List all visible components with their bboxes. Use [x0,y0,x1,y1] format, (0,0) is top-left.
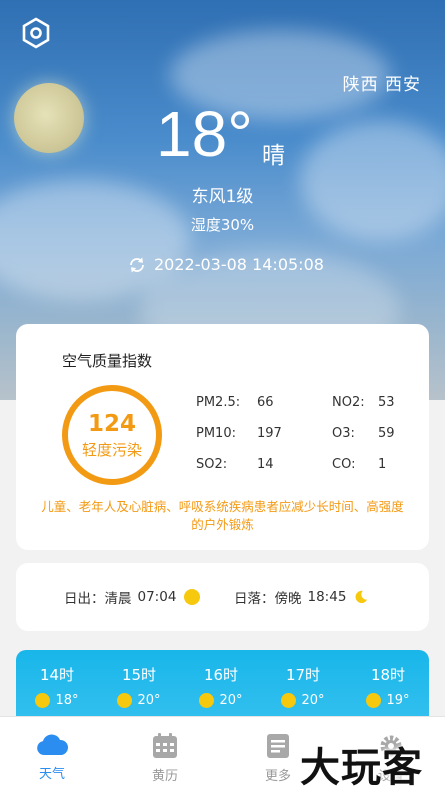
cloud-icon [37,734,68,755]
tab-label: 黄历 [151,769,178,784]
aqi-card: 空气质量指数 124 轻度污染 PM2.5: 66 NO2: 53 PM10: … [16,324,429,550]
watermark-logo: 大玩客 [300,735,423,793]
o3-value: 59 [378,426,395,441]
sun-graphic [14,83,84,153]
hourly-temp: 19° [386,693,410,708]
tab-label: 更多 [264,769,291,784]
hourly-temp: 20° [137,693,161,708]
pm10-label: PM10: [196,426,236,441]
update-time-row: 2022-03-08 14:05:08 [128,255,324,274]
co-label: CO: [332,457,356,472]
pm25-label: PM2.5: [196,395,241,410]
update-time: 2022-03-08 14:05:08 [154,255,324,274]
no2-value: 53 [378,395,395,410]
aqi-value: 124 [87,410,136,437]
sunset-row: 日落：傍晚 18:45 [234,563,368,631]
sun-icon [366,693,382,708]
sunrise-time: 07:04 [137,589,177,605]
hourly-time: 18时 [370,666,406,684]
so2-label: SO2: [196,457,228,472]
aqi-title: 空气质量指数 [62,352,153,370]
hourly-item: 18时 19° [358,664,418,708]
hourly-time: 16时 [203,666,239,684]
sunset-time: 18:45 [307,589,347,605]
hourly-temp: 20° [301,693,325,708]
sun-icon [199,693,215,708]
tab-almanac[interactable]: 黄历 [125,717,205,795]
hourly-time: 17时 [285,666,321,684]
current-temperature: 18° [156,98,253,170]
hourly-item: 14时 18° [27,664,87,708]
sun-icon [184,589,201,605]
hourly-temp: 18° [55,693,79,708]
aqi-level: 轻度污染 [81,440,142,459]
moon-icon [355,590,368,604]
weather-condition: 晴 [262,143,285,169]
so2-value: 14 [257,457,274,472]
sunrise-label: 日出：清晨 [64,591,132,607]
sunrise-row: 日出：清晨 07:04 [64,563,201,631]
tab-label: 天气 [38,767,65,782]
hourly-time: 15时 [121,666,157,684]
sun-icon [281,693,297,708]
sunset-label: 日落：傍晚 [234,591,302,607]
watermark-text: 大玩客 [300,745,423,791]
hourly-time: 14时 [39,666,75,684]
document-icon [267,734,289,758]
hourly-temp: 20° [219,693,243,708]
hourly-item: 16时 20° [191,664,251,708]
sun-icon [117,693,133,708]
co-value: 1 [378,457,387,472]
o3-label: O3: [332,426,355,441]
pm10-value: 197 [257,426,282,441]
calendar-icon [153,733,177,758]
aqi-gauge: 124 轻度污染 [62,385,162,485]
sun-times-card: 日出：清晨 07:04 日落：傍晚 18:45 [16,563,429,631]
humidity-info: 湿度30% [190,216,255,234]
hourly-item: 17时 20° [273,664,333,708]
refresh-icon[interactable] [128,256,146,274]
settings-hexagon-icon[interactable] [20,17,52,49]
pm25-value: 66 [257,395,274,410]
sun-icon [35,693,51,708]
location-label[interactable]: 陕西 西安 [343,70,421,95]
wind-info: 东风1级 [191,187,254,207]
no2-label: NO2: [332,395,365,410]
tab-weather[interactable]: 天气 [12,717,92,795]
aqi-advice: 儿童、老年人及心脏病、呼吸系统疾病患者应减少长时间、高强度的户外锻炼 [41,499,404,532]
hourly-item: 15时 20° [109,664,169,708]
